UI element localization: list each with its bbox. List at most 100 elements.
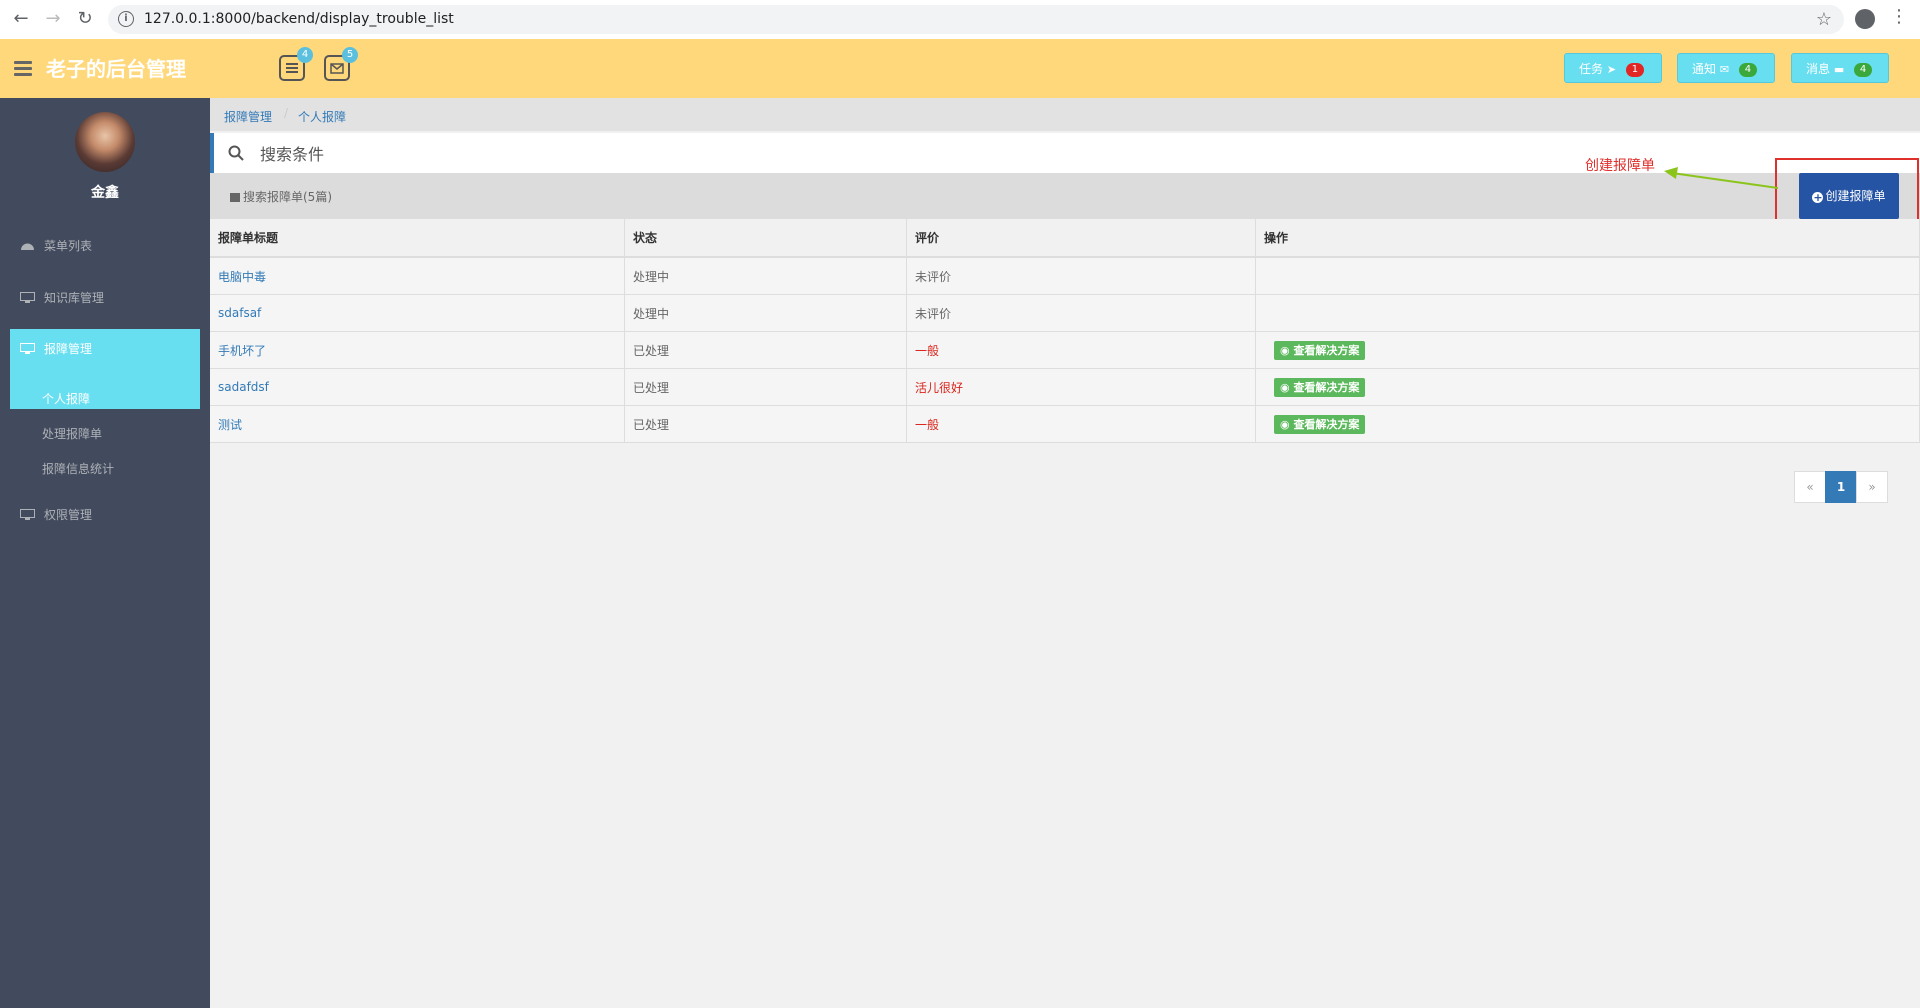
sidebar-subitem-handle[interactable]: 处理报障单 (42, 425, 102, 442)
back-icon[interactable]: ← (10, 8, 32, 30)
panel-title-text: 搜索报障单(5篇) (243, 190, 332, 204)
sidebar-subitem-stats[interactable]: 报障信息统计 (42, 460, 114, 477)
pagination-prev[interactable]: « (1794, 471, 1826, 503)
task-button[interactable]: 任务 ➤ 1 (1564, 53, 1662, 83)
message-button[interactable]: 消息 ▬ 4 (1791, 53, 1889, 83)
browser-menu-icon[interactable]: ⋮ (1890, 6, 1908, 27)
eye-icon: ◉ (1280, 343, 1294, 357)
row-rating: 一般 (906, 405, 1256, 443)
row-action-cell: ◉ 查看解决方案 (1255, 331, 1920, 369)
chat-icon: ▬ (1833, 63, 1845, 76)
view-solution-button[interactable]: ◉ 查看解决方案 (1274, 377, 1366, 397)
notice-label: 通知 (1692, 62, 1717, 76)
pagination-next[interactable]: » (1856, 471, 1888, 503)
list-icon-button[interactable]: 4 (279, 47, 313, 81)
row-action-cell (1255, 257, 1920, 295)
breadcrumb-current[interactable]: 个人报障 (298, 108, 346, 125)
top-header: 老子的后台管理 4 5 任务 ➤ 1 通知 ✉ 4 消息 ▬ 4 (0, 39, 1920, 98)
row-status: 已处理 (624, 368, 907, 406)
view-solution-button[interactable]: ◉ 查看解决方案 (1274, 340, 1366, 360)
row-title-link[interactable]: sdafsaf (210, 294, 625, 332)
row-rating: 未评价 (906, 294, 1256, 332)
panel-title: 搜索报障单(5篇) (230, 188, 332, 205)
address-bar[interactable]: i 127.0.0.1:8000/backend/display_trouble… (108, 5, 1844, 34)
mail-icon-button[interactable]: 5 (324, 47, 358, 81)
desktop-icon (20, 509, 35, 520)
column-header: 报障单标题 (210, 219, 625, 258)
column-header: 评价 (906, 219, 1256, 258)
list-icon (286, 63, 298, 73)
hamburger-icon[interactable] (14, 61, 32, 77)
url-text: 127.0.0.1:8000/backend/display_trouble_l… (144, 11, 454, 27)
sidebar-item-label: 菜单列表 (44, 239, 93, 253)
row-rating: 未评价 (906, 257, 1256, 295)
row-rating: 活儿很好 (906, 368, 1256, 406)
desktop-icon (20, 343, 35, 354)
row-action-cell: ◉ 查看解决方案 (1255, 368, 1920, 406)
row-title-link[interactable]: sadafdsf (210, 368, 625, 406)
row-action-cell: ◉ 查看解决方案 (1255, 405, 1920, 443)
table-row: sdafsaf 处理中 未评价 (210, 294, 1920, 332)
desktop-icon (20, 292, 35, 303)
trouble-table: 报障单标题 状态 评价 操作 电脑中毒 处理中 未评价 sdafsaf 处理中 … (210, 219, 1920, 443)
row-rating: 一般 (906, 331, 1256, 369)
breadcrumb-separator: / (284, 106, 289, 120)
user-name: 金鑫 (91, 185, 119, 201)
sidebar: 金鑫 菜单列表 知识库管理 报障管理 个人报障 处理报障单 报障信息统计 权限管… (0, 98, 210, 1008)
bookmark-star-icon[interactable]: ☆ (1816, 9, 1832, 30)
sidebar-subitem-personal[interactable]: 个人报障 (42, 390, 90, 407)
row-action-cell (1255, 294, 1920, 332)
row-title-link[interactable]: 手机坏了 (210, 331, 625, 369)
mail-badge: 5 (342, 47, 358, 63)
notice-button[interactable]: 通知 ✉ 4 (1677, 53, 1775, 83)
forward-icon[interactable]: → (42, 8, 64, 30)
pagination: « 1 » (1794, 471, 1888, 503)
search-input[interactable] (258, 139, 862, 169)
row-status: 处理中 (624, 257, 907, 295)
row-status: 处理中 (624, 294, 907, 332)
table-row: sadafdsf 已处理 活儿很好 ◉ 查看解决方案 (210, 368, 1920, 406)
annotation-text: 创建报障单 (1585, 158, 1655, 174)
table-row: 手机坏了 已处理 一般 ◉ 查看解决方案 (210, 331, 1920, 369)
sidebar-item-menu-list[interactable]: 菜单列表 (10, 226, 200, 266)
sidebar-item-trouble[interactable]: 报障管理 (10, 329, 200, 409)
sidebar-item-permissions[interactable]: 权限管理 (10, 495, 200, 535)
table-row: 测试 已处理 一般 ◉ 查看解决方案 (210, 405, 1920, 443)
sidebar-item-knowledge[interactable]: 知识库管理 (10, 278, 200, 318)
table-row: 电脑中毒 处理中 未评价 (210, 257, 1920, 295)
reload-icon[interactable]: ↻ (74, 8, 96, 30)
column-header: 操作 (1255, 219, 1920, 258)
breadcrumb: 报障管理 / 个人报障 (210, 98, 1920, 131)
row-status: 已处理 (624, 331, 907, 369)
breadcrumb-link[interactable]: 报障管理 (224, 108, 272, 125)
envelope-small-icon: ✉ (1719, 63, 1730, 76)
task-label: 任务 (1579, 62, 1604, 76)
row-title-link[interactable]: 测试 (210, 405, 625, 443)
row-title-link[interactable]: 电脑中毒 (210, 257, 625, 295)
sidebar-item-label: 报障管理 (44, 342, 93, 356)
eye-icon: ◉ (1280, 417, 1294, 431)
column-header: 状态 (624, 219, 907, 258)
profile-icon[interactable] (1855, 9, 1875, 29)
send-icon: ➤ (1606, 63, 1617, 76)
notice-count: 4 (1738, 62, 1757, 77)
envelope-icon (330, 63, 344, 74)
view-solution-label: 查看解决方案 (1293, 343, 1360, 357)
message-label: 消息 (1806, 62, 1831, 76)
annotation-arrow (1664, 167, 1779, 189)
task-count: 1 (1625, 62, 1644, 77)
message-count: 4 (1854, 62, 1873, 77)
dashboard-icon (21, 243, 34, 250)
view-solution-label: 查看解决方案 (1293, 417, 1360, 431)
pagination-page[interactable]: 1 (1825, 471, 1857, 503)
row-status: 已处理 (624, 405, 907, 443)
list-badge: 4 (297, 47, 313, 63)
calendar-icon (230, 193, 240, 202)
view-solution-button[interactable]: ◉ 查看解决方案 (1274, 414, 1366, 434)
site-info-icon[interactable]: i (118, 11, 134, 27)
browser-toolbar: ← → ↻ i 127.0.0.1:8000/backend/display_t… (0, 0, 1920, 40)
brand-title: 老子的后台管理 (46, 57, 186, 81)
sidebar-item-label: 知识库管理 (44, 291, 105, 305)
avatar[interactable] (75, 112, 135, 172)
sidebar-item-label: 权限管理 (44, 508, 93, 522)
